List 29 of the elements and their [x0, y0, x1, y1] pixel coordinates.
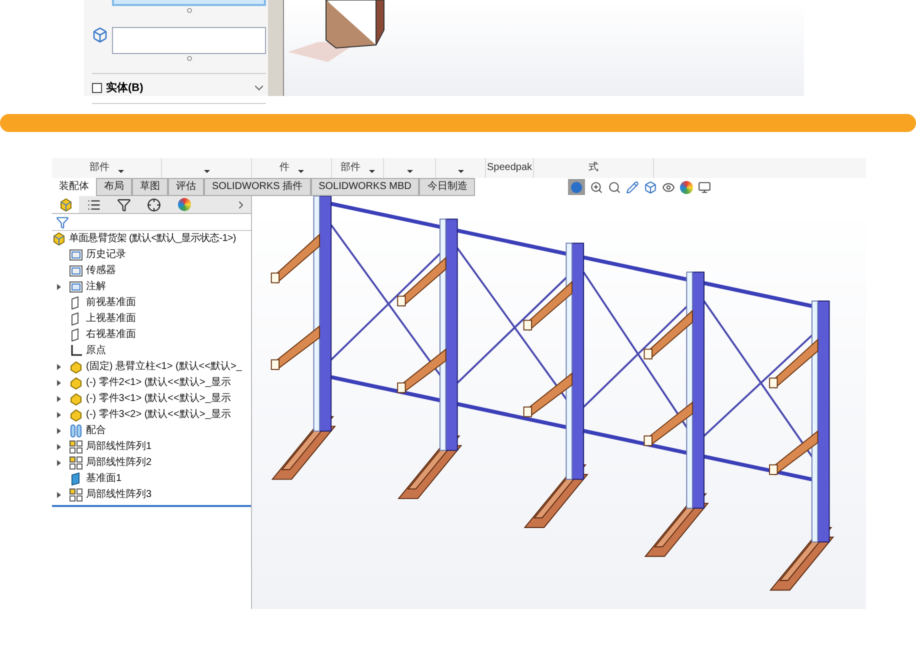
tab[interactable]: 评估: [168, 178, 204, 196]
tree-item[interactable]: 右视基准面: [86, 330, 136, 340]
tree-item[interactable]: (-) 零件2<1> (默认<<默认>_显示: [86, 378, 231, 388]
tree-item[interactable]: 传感器: [86, 266, 116, 276]
ribbon-label[interactable]: 式: [588, 163, 598, 173]
checkbox-label: 实体(B): [106, 80, 144, 96]
tab[interactable]: 草图: [132, 178, 168, 196]
tree-item[interactable]: 前视基准面: [86, 298, 136, 308]
tree-item[interactable]: 注解: [86, 282, 106, 292]
tree-item[interactable]: 局部线性阵列2: [86, 458, 152, 468]
tree-item[interactable]: 上视基准面: [86, 314, 136, 324]
tab[interactable]: SOLIDWORKS 插件: [204, 178, 311, 196]
tab[interactable]: 布局: [96, 178, 132, 196]
tree-item[interactable]: 局部线性阵列3: [86, 490, 152, 500]
tab[interactable]: 今日制造: [419, 178, 476, 196]
ribbon-label[interactable]: 部件: [340, 163, 360, 173]
tree-item[interactable]: 单面悬臂货架 (默认<默认_显示状态-1>): [69, 234, 236, 244]
ribbon-label[interactable]: Speedpak: [486, 163, 532, 173]
tab[interactable]: SOLIDWORKS MBD: [310, 178, 420, 196]
tree-item[interactable]: 局部线性阵列1: [86, 442, 152, 452]
ribbon-label[interactable]: 部件: [90, 163, 110, 173]
tree-item[interactable]: (-) 零件3<1> (默认<<默认>_显示: [86, 394, 231, 404]
tree-item[interactable]: 原点: [86, 346, 106, 356]
tree-item[interactable]: (固定) 悬臂立柱<1> (默认<<默认>_: [86, 362, 242, 372]
tree-item[interactable]: 历史记录: [86, 250, 126, 260]
tree-item[interactable]: 基准面1: [86, 474, 122, 484]
tree-item[interactable]: 配合: [86, 426, 106, 436]
ribbon-label[interactable]: 件: [280, 163, 290, 173]
tree-item[interactable]: (-) 零件3<2> (默认<<默认>_显示: [86, 410, 231, 420]
